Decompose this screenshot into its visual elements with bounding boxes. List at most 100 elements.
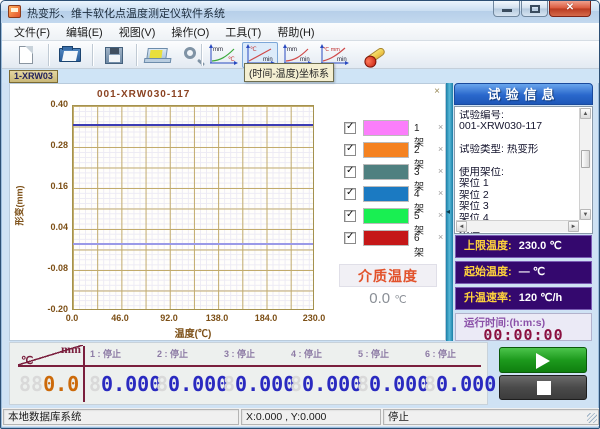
- toolbar-separator: [136, 44, 137, 66]
- x-tick: 230.0: [292, 313, 336, 323]
- y-tick: 0.40: [26, 99, 68, 109]
- readout-panel: ℃ mm 880.0 1 : 停止 80.000 2 : 停止 80.000 3…: [9, 342, 488, 405]
- info-line: 试验类型: 热变形: [459, 144, 578, 155]
- minimize-button[interactable]: [493, 1, 520, 17]
- check-icon: ✓: [346, 121, 354, 132]
- menu-operate[interactable]: 操作(O): [163, 23, 217, 41]
- scroll-right-icon[interactable]: ►: [568, 221, 579, 232]
- rack-readout-5: 5 : 停止 80.000: [356, 343, 420, 404]
- titlebar[interactable]: 热变形、维卡软化点温度测定仪软件系统 ✕: [1, 1, 599, 23]
- open-file-button[interactable]: [52, 42, 88, 68]
- plot-area[interactable]: [72, 105, 314, 310]
- heating-rate-row: 升温速率: 120 ℃/h: [455, 287, 592, 310]
- legend-close-icon[interactable]: ×: [438, 144, 443, 154]
- check-icon: ✓: [346, 187, 354, 198]
- svg-text:℃: ℃: [228, 57, 235, 63]
- rack-display: 80.000: [89, 372, 161, 396]
- heating-rate-value: 120 ℃/h: [519, 292, 563, 304]
- rack-display: 80.000: [290, 372, 362, 396]
- vertical-scrollbar[interactable]: ▲ ▼: [579, 108, 591, 220]
- x-tick: 138.0: [195, 313, 239, 323]
- info-line: 001-XRW030-117: [459, 121, 578, 132]
- legend-close-icon[interactable]: ×: [438, 166, 443, 176]
- rack-status: 5 : 停止: [358, 347, 389, 360]
- legend-swatch[interactable]: [363, 186, 409, 202]
- x-tick: 46.0: [98, 313, 142, 323]
- start-button[interactable]: [499, 347, 587, 373]
- new-file-button[interactable]: [8, 42, 44, 68]
- status-run-state: 停止: [383, 409, 599, 425]
- maximize-icon: [530, 5, 540, 13]
- app-icon: [8, 5, 21, 18]
- menu-view[interactable]: 视图(V): [111, 23, 164, 41]
- info-line: 使用架位:: [459, 167, 578, 178]
- legend-close-icon[interactable]: ×: [438, 232, 443, 242]
- legend-checkbox[interactable]: ✓: [344, 232, 356, 244]
- info-line: 架位 2: [459, 190, 578, 201]
- legend-checkbox[interactable]: ✓: [344, 210, 356, 222]
- heating-rate-label: 升温速率:: [464, 292, 512, 304]
- axes-deformation-temperature-button[interactable]: mm ℃: [205, 42, 241, 68]
- horizontal-scrollbar[interactable]: ◄ ►: [456, 220, 579, 232]
- rack-value: 0.000: [436, 372, 496, 396]
- x-tick: 0.0: [50, 313, 94, 323]
- status-coordinates: X:0.000 , Y:0.000: [241, 409, 381, 425]
- ghost-digit: 8: [223, 372, 235, 396]
- splitter-arrow-icon: ◂: [446, 207, 450, 216]
- menu-help[interactable]: 帮助(H): [269, 23, 322, 41]
- vertical-scroll-thumb[interactable]: [581, 150, 590, 168]
- legend-checkbox[interactable]: ✓: [344, 144, 356, 156]
- scroll-up-icon[interactable]: ▲: [580, 108, 591, 119]
- rack-value: 0.000: [235, 372, 295, 396]
- maximize-button[interactable]: [521, 1, 548, 17]
- rack-display: 80.000: [357, 372, 429, 396]
- scroll-down-icon[interactable]: ▼: [580, 209, 591, 220]
- report-button[interactable]: [140, 42, 176, 68]
- app-window: 热变形、维卡软化点温度测定仪软件系统 ✕ 文件(F) 编辑(E) 视图(V) 操…: [0, 0, 600, 429]
- svg-text:min: min: [337, 57, 347, 63]
- y-tick: -0.08: [26, 263, 68, 273]
- legend-checkbox[interactable]: ✓: [344, 166, 356, 178]
- rack-status: 3 : 停止: [224, 347, 255, 360]
- check-icon: ✓: [346, 143, 354, 154]
- legend-checkbox[interactable]: ✓: [344, 188, 356, 200]
- toolbar-separator: [48, 44, 49, 66]
- legend-close-icon[interactable]: ×: [438, 122, 443, 132]
- medium-temperature-number: 0.0: [369, 290, 390, 307]
- status-bar: 本地数据库系统 X:0.000 , Y:0.000 停止: [2, 408, 600, 426]
- play-icon: [536, 353, 550, 369]
- magnifier-icon: [184, 47, 196, 59]
- legend-checkbox[interactable]: ✓: [344, 122, 356, 134]
- panel-splitter[interactable]: ◂: [446, 83, 453, 341]
- chart-close-icon[interactable]: ×: [434, 86, 440, 97]
- x-axis-title: 温度(℃): [72, 325, 314, 340]
- document-tab[interactable]: 1-XRW03: [9, 70, 58, 83]
- legend-swatch[interactable]: [363, 230, 409, 246]
- stop-button[interactable]: [499, 375, 587, 400]
- minimize-icon: [502, 9, 512, 12]
- save-icon: [105, 47, 123, 64]
- upper-reference-line: [73, 124, 313, 126]
- menu-file[interactable]: 文件(F): [6, 23, 58, 41]
- legend-swatch[interactable]: [363, 120, 409, 136]
- check-icon: ✓: [346, 231, 354, 242]
- legend-close-icon[interactable]: ×: [438, 210, 443, 220]
- save-button[interactable]: [96, 42, 132, 68]
- limit-temperature-row: 上限温度: 230.0 ℃: [455, 235, 592, 258]
- menu-bar: 文件(F) 编辑(E) 视图(V) 操作(O) 工具(T) 帮助(H): [2, 23, 600, 41]
- legend-close-icon[interactable]: ×: [438, 188, 443, 198]
- legend-swatch[interactable]: [363, 142, 409, 158]
- lower-reference-line: [73, 243, 313, 245]
- scroll-left-icon[interactable]: ◄: [456, 221, 467, 232]
- legend-swatch[interactable]: [363, 164, 409, 180]
- thermometer-button[interactable]: [357, 42, 393, 68]
- close-button[interactable]: ✕: [549, 1, 591, 17]
- resize-grip[interactable]: [587, 413, 597, 423]
- menu-tools[interactable]: 工具(T): [217, 23, 269, 41]
- rack-status: 1 : 停止: [90, 347, 121, 360]
- legend-swatch[interactable]: [363, 208, 409, 224]
- svg-text:℃: ℃: [250, 47, 257, 53]
- start-temperature-row: 起始温度: — ℃: [455, 261, 592, 284]
- menu-edit[interactable]: 编辑(E): [58, 23, 111, 41]
- toolbar-separator: [92, 44, 93, 66]
